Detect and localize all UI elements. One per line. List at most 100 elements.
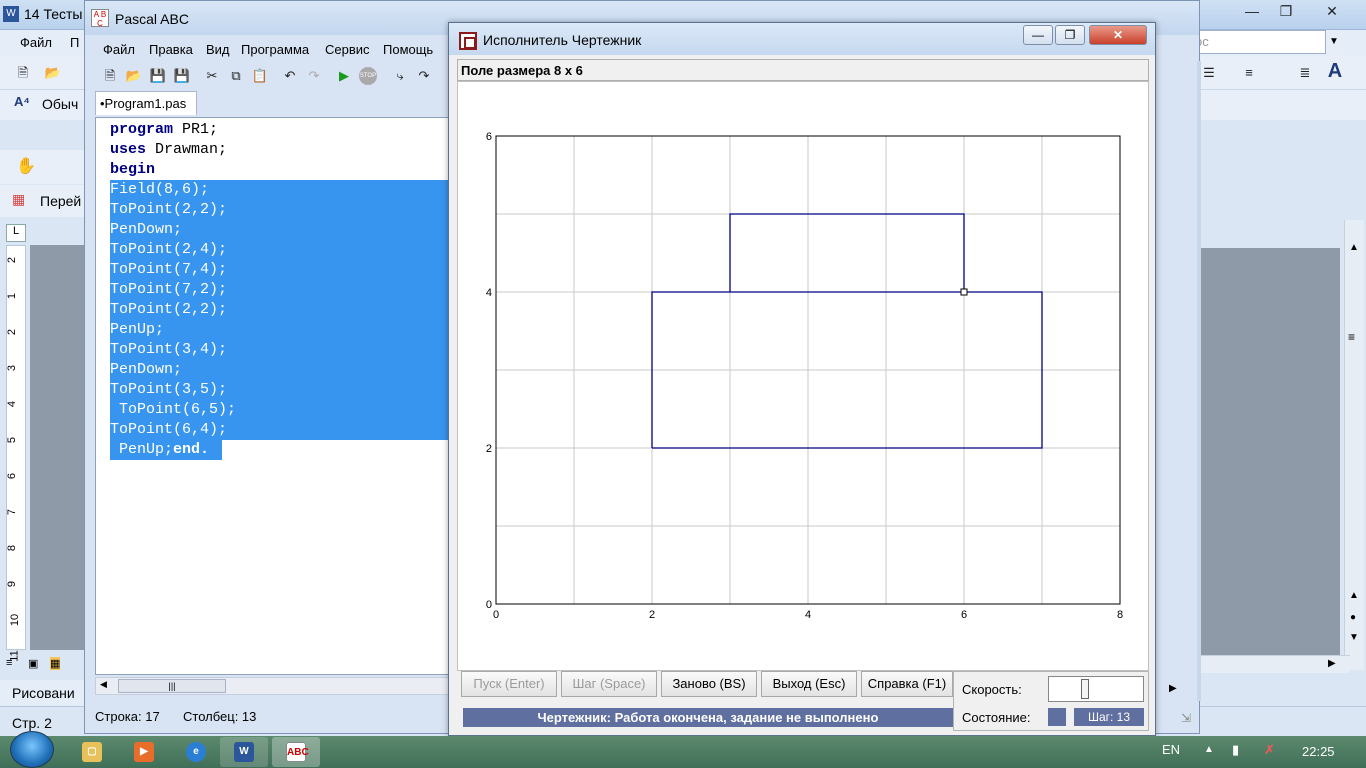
new-document-icon[interactable]: 🗎 xyxy=(14,64,32,82)
help-button[interactable]: Справка (F1) xyxy=(861,671,953,697)
web-view-icon[interactable]: ▣ xyxy=(28,657,38,670)
scroll-left-icon[interactable]: ◀ xyxy=(100,679,107,690)
cut-icon[interactable]: ✂ xyxy=(203,67,221,85)
code-line[interactable]: ToPoint(2,4); xyxy=(110,240,227,260)
code-line[interactable]: ToPoint(2,2); xyxy=(110,200,227,220)
language-indicator[interactable]: EN xyxy=(1162,742,1180,757)
save-icon[interactable]: 💾 xyxy=(149,67,167,85)
code-line[interactable]: ToPoint(2,2); xyxy=(110,300,227,320)
run-button[interactable]: Пуск (Enter) xyxy=(461,671,557,697)
word-search-input[interactable]: ос xyxy=(1190,30,1326,54)
open-icon[interactable]: 📂 xyxy=(125,67,143,85)
code-line[interactable]: Field(8,6); xyxy=(110,180,209,200)
scroll-thumb[interactable]: ||| xyxy=(118,679,226,693)
close-icon[interactable]: ✕ xyxy=(1089,25,1147,45)
code-line[interactable]: PenUp;end. xyxy=(110,440,209,460)
normal-view-icon[interactable]: ≡ xyxy=(6,657,12,669)
paste-icon[interactable]: 📋 xyxy=(251,67,269,85)
step-button[interactable]: Шаг (Space) xyxy=(561,671,657,697)
taskbar-media[interactable]: ▶ xyxy=(120,737,168,767)
copy-icon[interactable]: ⧉ xyxy=(227,67,245,85)
word-horizontal-scrollbar[interactable]: ▶ xyxy=(1200,655,1350,673)
save-all-icon[interactable]: 💾 xyxy=(173,67,191,85)
tab-program1[interactable]: •Program1.pas xyxy=(95,91,197,115)
folder-icon: ▢ xyxy=(82,742,102,762)
scroll-thumb-icon[interactable]: ≡ xyxy=(1348,330,1355,344)
menu-program[interactable]: Программа xyxy=(241,42,309,57)
step-into-icon[interactable]: ⤷ xyxy=(391,67,409,85)
open-folder-icon[interactable]: 📂 xyxy=(44,64,62,82)
style-box[interactable]: Обыч xyxy=(42,96,78,112)
view-buttons: ≡ ▣ ▦ xyxy=(6,657,86,671)
code-line[interactable]: ToPoint(3,4); xyxy=(110,340,227,360)
code-line[interactable]: PenDown; xyxy=(110,220,182,240)
list-icon[interactable]: ☰ xyxy=(1200,64,1218,82)
code-line[interactable]: ToPoint(7,4); xyxy=(110,260,227,280)
code-line[interactable]: ToPoint(7,2); xyxy=(110,280,227,300)
styles-icon[interactable]: A⁴ xyxy=(14,94,30,109)
word-menu-file[interactable]: Файл xyxy=(20,35,52,50)
new-file-icon[interactable]: 🗎 xyxy=(101,67,119,85)
font-color-icon[interactable]: A xyxy=(1326,61,1344,81)
close-icon[interactable]: ✕ xyxy=(1316,2,1348,22)
code-line[interactable]: PenUp; xyxy=(110,320,164,340)
undo-icon[interactable]: ↶ xyxy=(281,67,299,85)
resize-grip-icon[interactable]: ⇲ xyxy=(1181,711,1191,725)
code-line[interactable]: ToPoint(6,4); xyxy=(110,420,227,440)
clock[interactable]: 22:25 xyxy=(1302,744,1335,759)
stop-icon[interactable]: STOP xyxy=(359,67,377,85)
code-line[interactable]: uses Drawman; xyxy=(110,140,227,160)
chevron-down-icon[interactable]: ▼ xyxy=(1326,30,1342,54)
code-text-selected: ToPoint(6,4); xyxy=(110,421,228,438)
word-vertical-scrollbar[interactable]: ▲ ≡ ▲ ● ▼ xyxy=(1344,220,1364,670)
exit-button[interactable]: Выход (Esc) xyxy=(761,671,857,697)
print-view-icon[interactable]: ▦ xyxy=(50,657,61,670)
code-line[interactable]: program PR1; xyxy=(110,120,218,140)
taskbar-word[interactable]: W xyxy=(220,737,268,767)
maximize-icon[interactable]: ❐ xyxy=(1055,25,1085,45)
goto-label[interactable]: Перей xyxy=(40,193,81,209)
battery-icon[interactable]: ▮ xyxy=(1232,742,1239,758)
code-editor[interactable]: program PR1; uses Drawman; begin Field(8,6)… xyxy=(95,117,465,675)
prev-page-icon[interactable]: ▲ xyxy=(1349,590,1359,601)
scroll-right-icon[interactable]: ▶ xyxy=(1169,683,1177,694)
ruler-number: 10 xyxy=(9,613,22,627)
minimize-icon[interactable]: — xyxy=(1023,25,1053,45)
draw-label[interactable]: Рисовани xyxy=(12,685,75,701)
scroll-right-icon[interactable]: ▶ xyxy=(1328,658,1336,669)
code-line[interactable]: PenDown; xyxy=(110,360,182,380)
menu-view[interactable]: Вид xyxy=(206,42,230,57)
editor-horizontal-scrollbar[interactable]: ◀ ||| xyxy=(95,677,465,695)
menu-edit[interactable]: Правка xyxy=(149,42,193,57)
scroll-up-icon[interactable]: ▲ xyxy=(1349,242,1359,253)
code-line[interactable]: ToPoint(3,5); xyxy=(110,380,227,400)
menu-file[interactable]: Файл xyxy=(103,42,135,57)
speed-slider[interactable] xyxy=(1048,676,1144,702)
goto-icon[interactable]: ▦ xyxy=(12,191,25,208)
indent-icon[interactable]: ≣ xyxy=(1296,64,1314,82)
taskbar-explorer[interactable]: ▢ xyxy=(68,737,116,767)
start-button[interactable] xyxy=(10,731,54,768)
word-menu-edit[interactable]: П xyxy=(70,35,79,50)
restart-button[interactable]: Заново (BS) xyxy=(661,671,757,697)
taskbar-pascal[interactable]: ABC xyxy=(272,737,320,767)
menu-help[interactable]: Помощь xyxy=(383,42,433,57)
step-over-icon[interactable]: ↷ xyxy=(415,67,433,85)
menu-service[interactable]: Сервис xyxy=(325,42,370,57)
align-icon[interactable]: ≡ xyxy=(1240,64,1258,82)
code-line[interactable]: begin xyxy=(110,160,155,180)
network-icon[interactable]: ✗ xyxy=(1264,742,1275,758)
hand-icon[interactable]: ✋ xyxy=(16,156,36,176)
minimize-icon[interactable]: — xyxy=(1236,2,1268,22)
select-browse-icon[interactable]: ● xyxy=(1350,612,1356,623)
run-icon[interactable]: ▶ xyxy=(335,67,353,85)
next-page-icon[interactable]: ▼ xyxy=(1349,632,1359,643)
tray-expand-icon[interactable]: ▲ xyxy=(1204,744,1214,755)
speed-slider-thumb[interactable] xyxy=(1081,679,1089,699)
ruler-number: 8 xyxy=(6,544,19,552)
code-line[interactable]: ToPoint(6,5); xyxy=(110,400,236,420)
redo-icon[interactable]: ↷ xyxy=(305,67,323,85)
taskbar-ie[interactable]: e xyxy=(172,737,220,767)
tab-stop-icon[interactable]: L xyxy=(6,224,26,242)
maximize-icon[interactable]: ❐ xyxy=(1270,2,1302,22)
